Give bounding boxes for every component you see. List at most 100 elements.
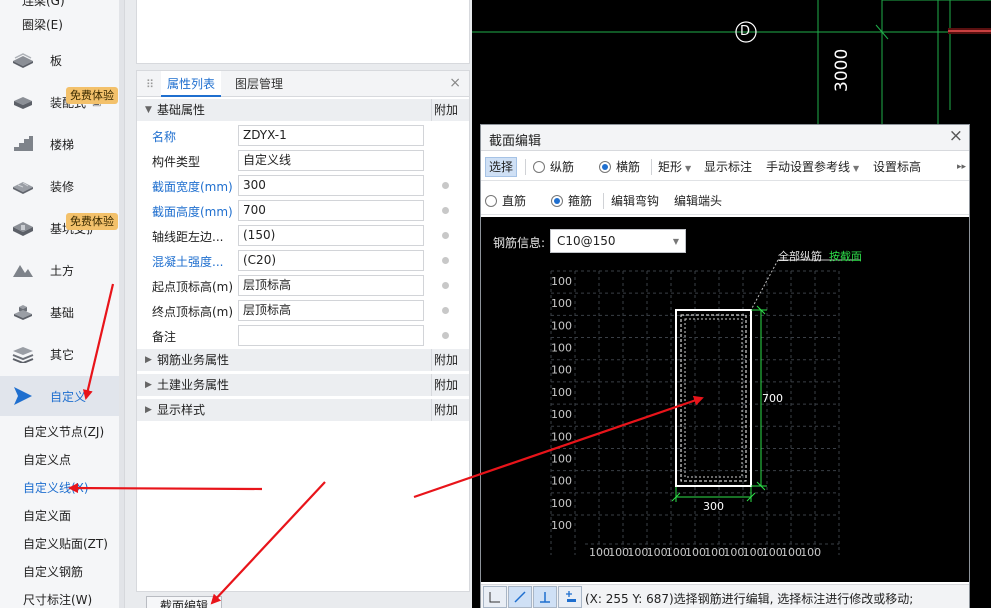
stirrup-line — [680, 314, 747, 482]
nav-item-ring-beam[interactable]: 圈梁(E) — [0, 14, 120, 36]
custom-icon — [10, 385, 36, 407]
nav-item-label: 基础 — [50, 305, 75, 320]
set-elevation-button[interactable]: 设置标高 — [873, 157, 921, 177]
tab-layer-management[interactable]: 图层管理 — [235, 71, 283, 97]
perpendicular-icon[interactable] — [533, 586, 557, 608]
close-icon[interactable]: × — [949, 126, 963, 146]
nav-item-stairs[interactable]: 楼梯 — [0, 124, 120, 164]
grid-label-left: 100 — [551, 364, 572, 377]
property-name: 截面高度(mm) — [152, 205, 233, 219]
property-flag-dot[interactable] — [442, 332, 449, 339]
select-button[interactable]: 选择 — [485, 157, 518, 177]
property-flag-dot[interactable] — [442, 307, 449, 314]
sub-item-custom-line[interactable]: 自定义线(X) — [0, 474, 120, 502]
expand-arrow-icon: ▶ — [145, 355, 152, 365]
property-row: 混凝土强度... (C20) — [137, 248, 469, 273]
group-display-style[interactable]: ▶ 显示样式 附加 — [137, 399, 469, 421]
dropdown-label: 手动设置参考线 — [766, 160, 851, 174]
sub-item-custom-veneer[interactable]: 自定义贴面(ZT) — [0, 530, 120, 558]
grid-label-left: 100 — [551, 297, 572, 310]
width-dimension[interactable]: 300 — [703, 500, 724, 513]
property-flag-dot[interactable] — [442, 207, 449, 214]
all-longitudinal-label[interactable]: 全部纵筋 — [778, 248, 822, 264]
edit-end-button[interactable]: 编辑端头 — [674, 191, 722, 211]
radio-checked-icon — [551, 195, 563, 207]
property-row: 备注 — [137, 323, 469, 348]
toolbar-primary: 选择 纵筋 横筋 矩形 ▼ 显示标注 手动设置参考线 ▼ 设置标高 ▸▸ — [481, 153, 969, 181]
show-dims-button[interactable]: 显示标注 — [704, 157, 752, 177]
tab-property-list[interactable]: 属性列表 — [161, 71, 222, 97]
group-add-column: 附加 — [431, 374, 469, 396]
property-name: 轴线距左边... — [152, 230, 224, 244]
property-flag-dot[interactable] — [442, 182, 449, 189]
edit-hook-button[interactable]: 编辑弯钩 — [611, 191, 659, 211]
property-flag-dot[interactable] — [442, 282, 449, 289]
property-name: 备注 — [152, 330, 177, 344]
stairs-icon — [10, 133, 36, 155]
manual-ref-line-dropdown[interactable]: 手动设置参考线 ▼ — [766, 157, 859, 177]
property-tabs: ⠿ 属性列表 图层管理 × — [137, 71, 469, 97]
property-value-input[interactable]: 自定义线 — [238, 150, 424, 171]
property-value-input[interactable]: 层顶标高 — [238, 300, 424, 321]
nav-item-decoration[interactable]: 装修 — [0, 166, 120, 206]
property-row: 起点顶标高(m) 层顶标高 — [137, 273, 469, 298]
nav-item-custom[interactable]: 自定义 — [0, 376, 120, 416]
group-basic-properties[interactable]: ▼ 基础属性 附加 — [137, 99, 469, 121]
property-flag-dot[interactable] — [442, 232, 449, 239]
property-row: 截面宽度(mm) 300 — [137, 173, 469, 198]
dropdown-label: 矩形 — [658, 160, 683, 174]
property-value-input[interactable]: (C20) — [238, 250, 424, 271]
ortho-snap-icon[interactable] — [483, 586, 507, 608]
height-dimension[interactable]: 700 — [762, 392, 783, 405]
nav-item-label: 其它 — [50, 347, 75, 362]
free-trial-badge[interactable]: 免费体验 — [66, 213, 118, 230]
sub-item-custom-node[interactable]: 自定义节点(ZJ) — [0, 418, 120, 446]
drag-grip-icon[interactable]: ⠿ — [146, 78, 154, 91]
nav-item-coupling-beam[interactable]: 连梁(G) — [0, 0, 120, 12]
horizontal-bar-radio[interactable]: 横筋 — [599, 157, 640, 177]
more-arrow-icon[interactable]: ▸▸ — [957, 157, 966, 177]
nav-item-other[interactable]: 其它 — [0, 334, 120, 374]
add-point-icon[interactable] — [558, 586, 582, 608]
expand-arrow-icon: ▶ — [145, 405, 152, 415]
section-edit-button[interactable]: 截面编辑 — [146, 596, 222, 608]
property-value-input[interactable] — [238, 325, 424, 346]
property-name: 起点顶标高(m) — [152, 280, 234, 294]
property-flag-dot[interactable] — [442, 257, 449, 264]
straight-bar-radio[interactable]: 直筋 — [485, 191, 526, 211]
property-value-input[interactable]: 层顶标高 — [238, 275, 424, 296]
nav-item-label: 装修 — [50, 179, 75, 194]
nav-item-label: 楼梯 — [50, 137, 75, 152]
longitudinal-radio[interactable]: 纵筋 — [533, 157, 574, 177]
property-name: 构件类型 — [152, 155, 201, 169]
close-icon[interactable]: × — [449, 75, 461, 91]
stirrup-radio[interactable]: 箍筋 — [551, 191, 592, 211]
group-civil-properties[interactable]: ▶ 土建业务属性 附加 — [137, 374, 469, 396]
by-section-link[interactable]: 按截面 — [829, 248, 862, 264]
nav-item-foundation[interactable]: 基础 — [0, 292, 120, 332]
grid-label-bottom: 100 — [608, 546, 629, 559]
nav-scrollbar[interactable] — [119, 0, 124, 608]
nav-item-earthwork[interactable]: 土方 — [0, 250, 120, 290]
sub-item-custom-rebar[interactable]: 自定义钢筋 — [0, 558, 120, 586]
line-tool-icon[interactable] — [508, 586, 532, 608]
nav-item-slab[interactable]: 板 — [0, 40, 120, 80]
sub-item-custom-point[interactable]: 自定义点 — [0, 446, 120, 474]
property-row: 轴线距左边... (150) — [137, 223, 469, 248]
property-name: 名称 — [152, 130, 177, 144]
free-trial-badge[interactable]: 免费体验 — [66, 87, 118, 104]
property-value-input[interactable]: 700 — [238, 200, 424, 221]
dialog-titlebar[interactable]: 截面编辑 × — [481, 125, 969, 151]
grid-label-left: 100 — [551, 408, 572, 421]
sub-item-custom-face[interactable]: 自定义面 — [0, 502, 120, 530]
group-add-column: 附加 — [431, 399, 469, 421]
section-outline — [675, 309, 752, 487]
sub-item-dimension[interactable]: 尺寸标注(W) — [0, 586, 120, 608]
grid-label-left: 100 — [551, 342, 572, 355]
property-value-input[interactable]: 300 — [238, 175, 424, 196]
group-rebar-properties[interactable]: ▶ 钢筋业务属性 附加 — [137, 349, 469, 371]
property-value-input[interactable]: ZDYX-1 — [238, 125, 424, 146]
rectangle-dropdown[interactable]: 矩形 ▼ — [658, 157, 691, 177]
property-value-input[interactable]: (150) — [238, 225, 424, 246]
section-canvas[interactable]: 钢筋信息: C10@150 ▼ 100 100 100 100 100 100 100 100… — [481, 217, 969, 582]
